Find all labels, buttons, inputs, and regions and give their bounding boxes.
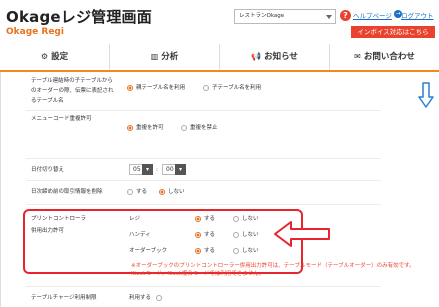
radio-selected (159, 188, 165, 195)
radio-unselected (233, 247, 239, 254)
item-register-label: レジ (129, 216, 141, 222)
handy-yes-radio[interactable]: する (195, 231, 215, 239)
radio-label: しない (242, 216, 259, 222)
divider (26, 180, 381, 181)
radio-selected (195, 247, 201, 254)
divider (26, 204, 381, 205)
nav-item-label: 設定 (51, 52, 69, 62)
register-no-radio[interactable]: しない (233, 215, 259, 223)
time-colon: : (156, 167, 158, 173)
invoice-button[interactable]: インボイス対応はこちら (351, 26, 435, 38)
orderbook-yes-radio[interactable]: する (195, 247, 215, 255)
divider (26, 158, 381, 159)
header: Okageレジ管理画面 Okage Regi レストランOkage ? ヘルプペ… (0, 0, 439, 44)
radio-label: する (136, 189, 148, 195)
item-handy-label: ハンディ (129, 232, 151, 238)
radio-unselected (233, 215, 239, 222)
help-icon[interactable]: ? (340, 10, 351, 21)
settings-panel: テーブル連結時の子テーブルから のオーダーの際、伝票に表記され るテーブル名 親… (0, 72, 415, 307)
radio-label: 子テーブル名を利用 (212, 85, 262, 91)
hour-value: 05 (133, 166, 141, 173)
radio-selected (195, 231, 201, 238)
radio-label: する (204, 232, 216, 238)
label-line: プリントコントローラ (31, 216, 87, 222)
radio-selected (195, 215, 201, 222)
nav-item-settings[interactable]: ⚙ 設定 (0, 44, 110, 70)
radio-label: 重複を禁止 (190, 125, 218, 131)
allow-duplicate-radio[interactable]: 重複を許可 (127, 124, 164, 132)
chevron-down-icon[interactable]: ▾ (175, 164, 186, 175)
divider (26, 110, 381, 111)
radio-unselected (181, 124, 187, 131)
help-link[interactable]: ヘルプページ (353, 10, 392, 20)
handy-no-radio[interactable]: しない (233, 231, 259, 239)
radio-label: しない (242, 232, 259, 238)
table-charge-label: テーブルチャージ利用制限 (31, 295, 97, 301)
mail-icon: ✉ (354, 52, 361, 61)
chart-icon: ▥ (150, 52, 159, 61)
radio-unselected (203, 84, 209, 91)
nav-item-label: お問い合わせ (363, 52, 415, 62)
child-table-radio[interactable]: 子テーブル名を利用 (203, 84, 261, 92)
nav-item-news[interactable]: 📢 お知らせ (220, 44, 330, 70)
megaphone-icon: 📢 (251, 52, 262, 61)
nav-item-label: お知らせ (264, 52, 298, 62)
left-arrow-icon (274, 221, 330, 247)
label-line: テーブル連結時の子テーブルから (31, 78, 113, 84)
gear-icon: ⚙ (40, 52, 49, 61)
note-text: ※オーダーブックのプリントコントローラー併用出力許可は、テーブルモード（テーブル… (131, 263, 415, 277)
nav-item-contact[interactable]: ✉ お問い合わせ (330, 44, 439, 70)
radio-label: する (204, 216, 216, 222)
down-arrow-icon (418, 82, 434, 108)
print-controller-label: プリントコントローラ 併用出力許可 (31, 214, 86, 236)
delete-before-close-label: 日次締め前の取引情報を削除 (31, 189, 103, 195)
delete-yes-radio[interactable]: する (127, 188, 147, 196)
app-subtitle: Okage Regi (6, 27, 64, 37)
table-name-label: テーブル連結時の子テーブルから のオーダーの際、伝票に表記され るテーブル名 (31, 76, 114, 106)
minute-value: 00 (166, 166, 174, 173)
radio-unselected (233, 231, 239, 238)
radio-selected (127, 124, 133, 131)
store-select[interactable]: レストランOkage (234, 9, 336, 24)
label-line: るテーブル名 (31, 98, 64, 104)
table-charge-option[interactable]: 利用する (129, 294, 165, 302)
nav-item-analysis[interactable]: ▥ 分析 (110, 44, 220, 70)
delete-no-radio[interactable]: しない (159, 188, 185, 196)
main-nav: ⚙ 設定 ▥ 分析 📢 お知らせ ✉ お問い合わせ (0, 44, 439, 72)
label-line: のオーダーの際、伝票に表記され (31, 88, 114, 94)
forbid-duplicate-radio[interactable]: 重複を禁止 (181, 124, 218, 132)
item-orderbook-label: オーダーブック (129, 248, 168, 254)
divider (26, 286, 381, 287)
radio-unselected (155, 294, 162, 301)
radio-label: しない (168, 189, 185, 195)
radio-label: する (204, 248, 216, 254)
label-line: 併用出力許可 (31, 228, 65, 234)
radio-selected (127, 84, 133, 91)
app-title: Okageレジ管理画面 (6, 8, 152, 26)
register-yes-radio[interactable]: する (195, 215, 215, 223)
radio-label: 重複を許可 (136, 125, 164, 131)
menu-code-label: メニューコード重複許可 (31, 116, 92, 122)
logout-link[interactable]: ログアウト (401, 10, 434, 20)
radio-unselected (127, 188, 133, 195)
parent-table-radio[interactable]: 親テーブル名を利用 (127, 84, 185, 92)
radio-label: しない (242, 248, 259, 254)
nav-item-label: 分析 (161, 52, 179, 62)
chevron-down-icon[interactable]: ▾ (142, 164, 153, 175)
store-select-value: レストランOkage (239, 13, 285, 19)
date-switch-label: 日付切り替え (31, 167, 65, 173)
option-label: 利用する (129, 295, 152, 301)
chevron-down-icon (326, 15, 332, 19)
radio-label: 親テーブル名を利用 (136, 85, 186, 91)
orderbook-no-radio[interactable]: しない (233, 247, 259, 255)
